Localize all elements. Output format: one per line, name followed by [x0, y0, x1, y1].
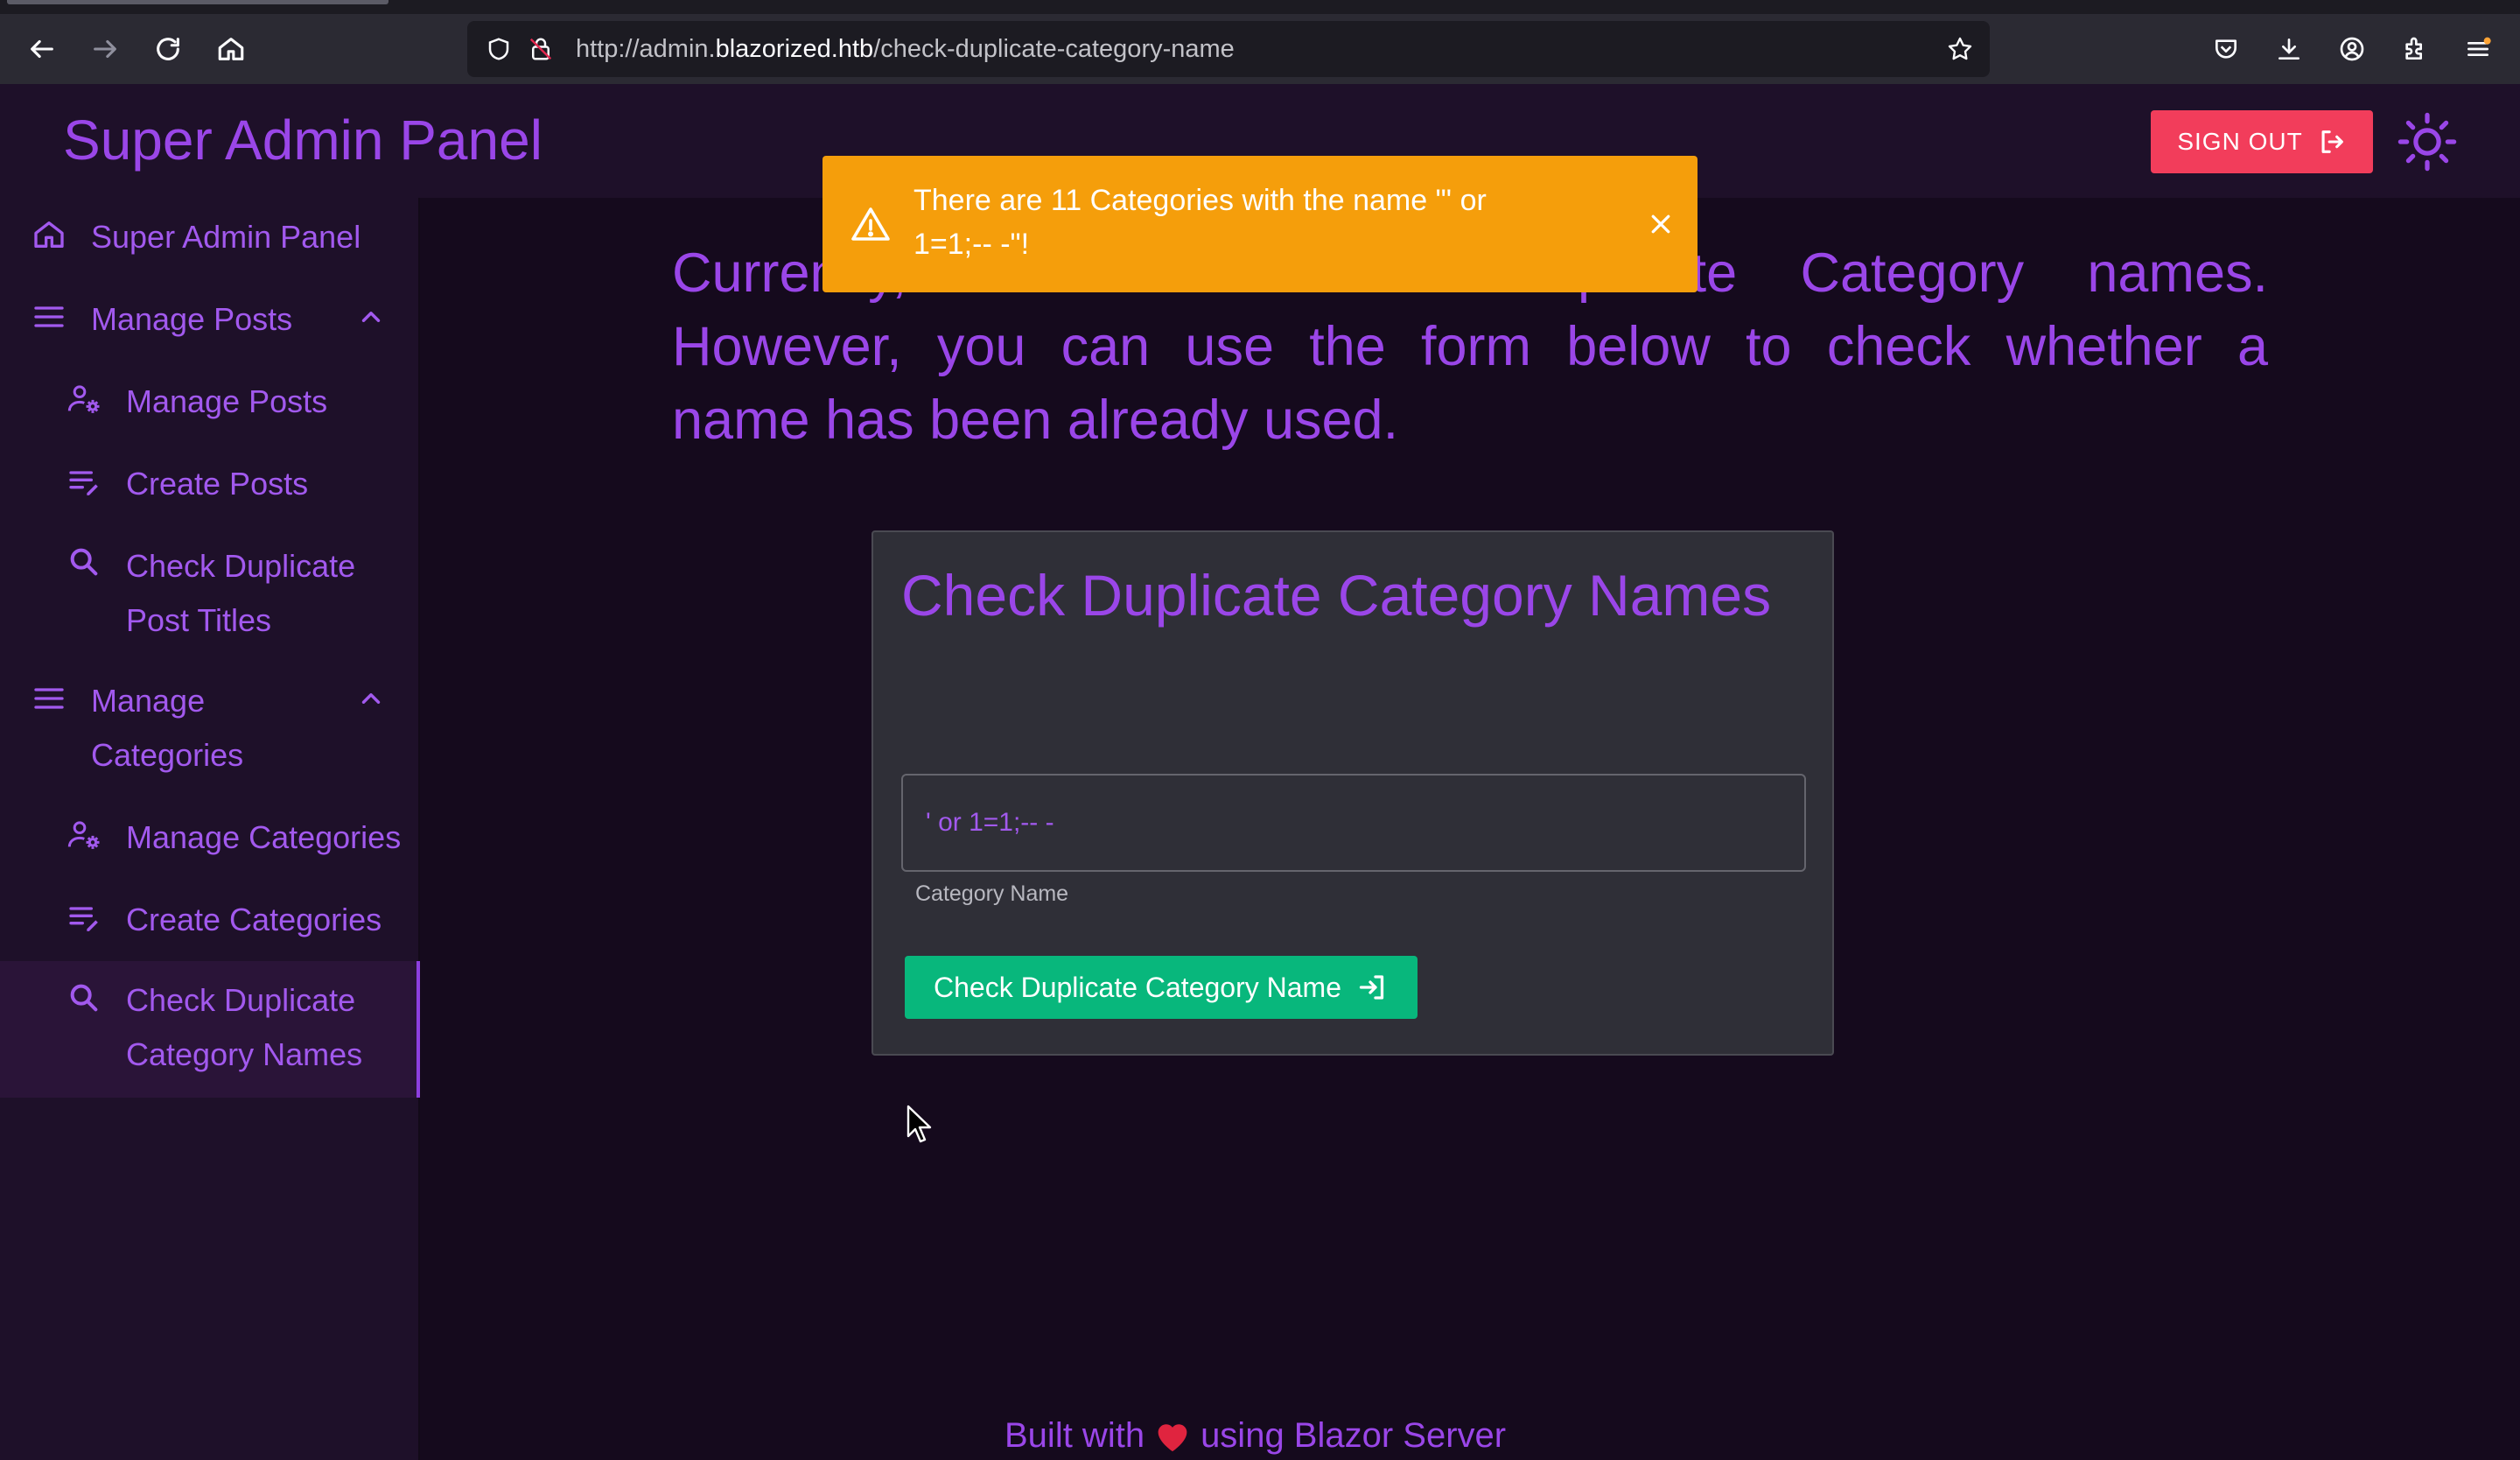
back-icon[interactable]: [16, 23, 68, 75]
toast-message: There are 11 Categories with the name "'…: [914, 179, 1596, 266]
sidebar-item-label-line1: Check Duplicate: [126, 982, 356, 1018]
sign-out-button[interactable]: SIGN OUT: [2151, 110, 2373, 173]
mouse-cursor-icon: [906, 1105, 933, 1143]
sidebar-item-label-line2: Categories: [91, 737, 244, 773]
check-button-label: Check Duplicate Category Name: [934, 971, 1341, 1003]
edit-list-icon: [63, 460, 105, 502]
menu-icon: [28, 677, 70, 719]
sun-icon[interactable]: [2394, 109, 2460, 175]
sidebar-item-check-duplicate-category-names[interactable]: Check Duplicate Category Names: [126, 973, 362, 1082]
sidebar-item-manage-posts-group[interactable]: Manage Posts: [91, 292, 292, 347]
sidebar-item-label-line1: Check Duplicate: [126, 548, 356, 584]
sidebar-item-label-line1: Manage: [91, 683, 206, 719]
sidebar-item-manage-categories-group[interactable]: Manage Categories: [91, 674, 243, 783]
pocket-icon[interactable]: [2200, 23, 2252, 75]
close-icon[interactable]: [1638, 201, 1684, 247]
app-title[interactable]: Super Admin Panel: [63, 107, 542, 173]
sidebar-item-check-duplicate-post-titles[interactable]: Check Duplicate Post Titles: [126, 539, 355, 648]
home-icon[interactable]: [205, 23, 257, 75]
edit-list-icon: [63, 896, 105, 938]
sidebar-item-label-line2: Post Titles: [126, 602, 272, 638]
search-icon: [63, 977, 105, 1019]
sidebar-item-label-line2: Category Names: [126, 1036, 363, 1072]
footer-text-after: using Blazor Server: [1200, 1415, 1507, 1455]
sidebar-item-manage-posts[interactable]: Manage Posts: [126, 375, 327, 429]
browser-active-tab[interactable]: [7, 0, 388, 4]
app-menu-icon[interactable]: [2452, 23, 2504, 75]
chevron-up-icon[interactable]: [350, 677, 392, 719]
category-name-label: Category Name: [915, 881, 1069, 906]
account-icon[interactable]: [2326, 23, 2378, 75]
reload-icon[interactable]: [142, 23, 194, 75]
user-settings-icon: [63, 814, 105, 856]
home-icon: [28, 214, 70, 256]
heart-icon: [1153, 1418, 1192, 1453]
url-bar[interactable]: http://admin.blazorized.htb/check-duplic…: [467, 21, 1990, 77]
sidebar-item-super-admin-panel[interactable]: Super Admin Panel: [91, 210, 360, 264]
bookmark-star-icon[interactable]: [1942, 32, 1978, 67]
menu-icon: [28, 296, 70, 338]
shield-icon[interactable]: [483, 33, 514, 65]
footer-text-before: Built with: [1004, 1415, 1145, 1455]
url-text[interactable]: http://admin.blazorized.htb/check-duplic…: [576, 21, 1235, 77]
logout-icon: [2317, 127, 2347, 157]
user-settings-icon: [63, 378, 105, 420]
download-icon[interactable]: [2263, 23, 2315, 75]
intro-line: However, you can use the form below to c…: [672, 316, 2268, 377]
extensions-icon[interactable]: [2389, 23, 2441, 75]
intro-line: name has been already used.: [672, 390, 1399, 451]
chevron-up-icon[interactable]: [350, 296, 392, 338]
footer: Built with using Blazor Server: [1004, 1411, 1506, 1460]
sign-out-label: SIGN OUT: [2177, 128, 2303, 155]
check-duplicate-category-name-button[interactable]: Check Duplicate Category Name: [905, 956, 1418, 1019]
search-icon: [63, 541, 105, 583]
toast-line: 1=1;-- -"!: [914, 228, 1030, 261]
forward-icon[interactable]: [79, 23, 131, 75]
category-name-input[interactable]: [901, 774, 1806, 872]
form-title: Check Duplicate Category Names: [901, 563, 1772, 628]
login-arrow-icon: [1357, 972, 1389, 1003]
insecure-lock-icon[interactable]: [525, 33, 556, 65]
toast-line: There are 11 Categories with the name "'…: [914, 184, 1487, 217]
warning-icon: [847, 201, 894, 249]
sidebar-item-create-posts[interactable]: Create Posts: [126, 457, 308, 511]
sidebar-item-create-categories[interactable]: Create Categories: [126, 893, 382, 947]
sidebar-item-manage-categories[interactable]: Manage Categories: [126, 811, 401, 865]
